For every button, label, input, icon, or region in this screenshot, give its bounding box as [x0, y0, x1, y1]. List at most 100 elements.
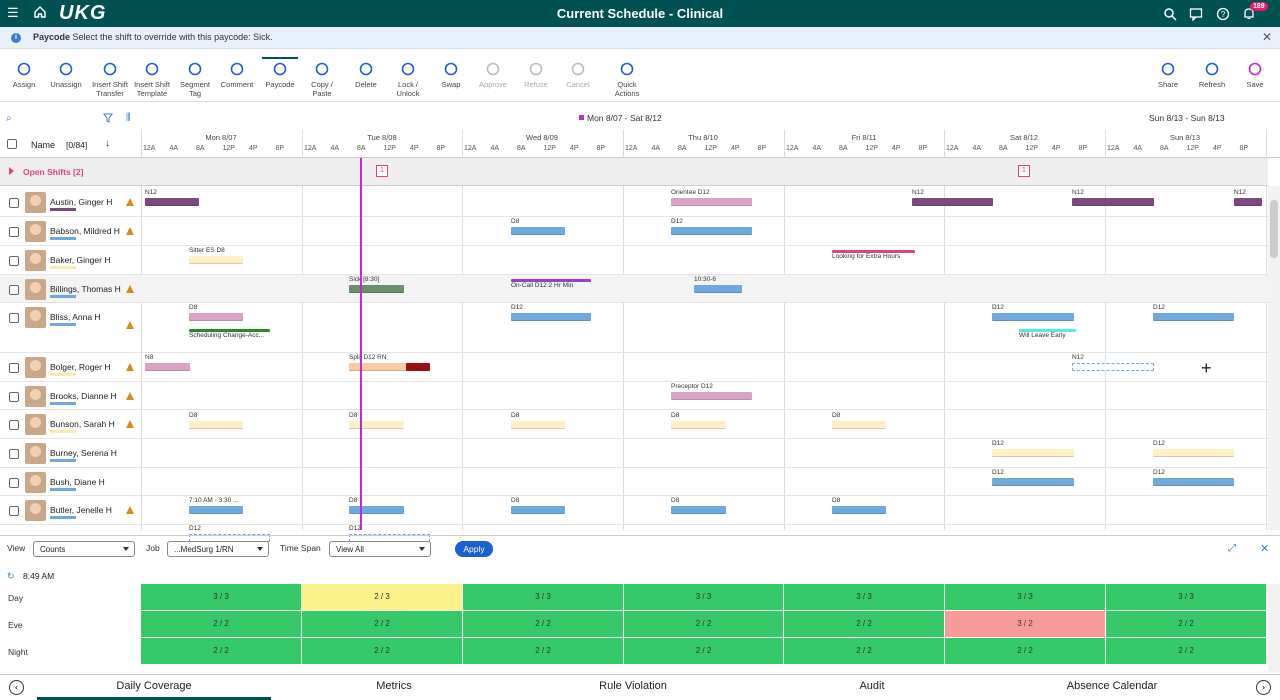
- shift-label[interactable]: D12: [992, 440, 1004, 447]
- employee-name[interactable]: Bush, Diane H: [50, 477, 105, 487]
- coverage-cell[interactable]: 2 / 2: [302, 611, 463, 637]
- row-checkbox[interactable]: [9, 256, 19, 266]
- shift-label[interactable]: D8: [832, 497, 840, 504]
- shift-label[interactable]: Orientee D12: [671, 189, 710, 196]
- coverage-cell[interactable]: 2 / 3: [302, 584, 463, 610]
- warning-icon[interactable]: [126, 392, 134, 400]
- shift-label[interactable]: D12: [1153, 469, 1165, 476]
- warning-icon[interactable]: [126, 506, 134, 514]
- shift-bar[interactable]: [1153, 449, 1234, 457]
- coverage-cell[interactable]: 3 / 3: [945, 584, 1106, 610]
- toolbar-insert-shift-template-button[interactable]: Insert Shift Template: [132, 61, 172, 98]
- shift-label[interactable]: Will Leave Early: [1019, 332, 1066, 339]
- row-checkbox[interactable]: [9, 420, 19, 430]
- tab-audit[interactable]: Audit: [755, 680, 989, 692]
- shift-bar[interactable]: [189, 421, 243, 429]
- warning-icon[interactable]: [126, 198, 134, 206]
- shift-bar[interactable]: [189, 313, 243, 321]
- row-checkbox[interactable]: [9, 198, 19, 208]
- row-checkbox[interactable]: [9, 392, 19, 402]
- next-tab-icon[interactable]: ›: [1256, 680, 1271, 695]
- shift-bar[interactable]: [511, 313, 591, 321]
- shift-bar[interactable]: [511, 421, 565, 429]
- warning-icon[interactable]: [126, 227, 134, 235]
- toolbar-refresh-button[interactable]: Refresh: [1194, 61, 1230, 89]
- table-row[interactable]: [0, 439, 1268, 468]
- open-shifts-row[interactable]: [0, 158, 1268, 186]
- shift-label[interactable]: Sitter ES D8: [189, 247, 225, 254]
- toolbar-paycode-button[interactable]: Paycode: [262, 57, 298, 89]
- search-icon[interactable]: [1163, 7, 1177, 21]
- job-select[interactable]: ...MedSurg 1/RN: [167, 541, 269, 557]
- shift-bar[interactable]: [511, 227, 565, 235]
- row-checkbox[interactable]: [9, 478, 19, 488]
- toolbar-copy-paste-button[interactable]: Copy / Paste: [304, 61, 340, 98]
- search-icon[interactable]: ⌕: [6, 113, 12, 124]
- employee-name[interactable]: Billings, Thomas H: [50, 284, 121, 294]
- employee-name[interactable]: Austin, Ginger H: [50, 197, 112, 207]
- select-all-checkbox[interactable]: [7, 139, 17, 149]
- time-span-select[interactable]: View All: [329, 541, 431, 557]
- toolbar-share-button[interactable]: Share: [1150, 61, 1186, 89]
- shift-label[interactable]: D12: [992, 469, 1004, 476]
- shift-bar[interactable]: [511, 506, 565, 514]
- shift-label[interactable]: D8: [671, 412, 679, 419]
- shift-label[interactable]: N12: [1072, 354, 1084, 361]
- shift-label[interactable]: N8: [145, 354, 153, 361]
- shift-bar[interactable]: [992, 449, 1074, 457]
- shift-label[interactable]: D8: [671, 497, 679, 504]
- open-shift-count[interactable]: 1: [1018, 165, 1030, 177]
- prev-tab-icon[interactable]: ‹: [9, 680, 24, 695]
- shift-bar[interactable]: [189, 506, 243, 514]
- shift-bar[interactable]: [1072, 363, 1154, 371]
- employee-name[interactable]: Bliss, Anna H: [50, 312, 101, 322]
- shift-label[interactable]: Preceptor D12: [671, 383, 713, 390]
- apply-button[interactable]: Apply: [455, 541, 493, 557]
- shift-bar[interactable]: [671, 506, 726, 514]
- shift-bar[interactable]: [1072, 198, 1154, 206]
- shift-label[interactable]: D8: [511, 218, 519, 225]
- shift-bar[interactable]: [671, 392, 752, 400]
- shift-label[interactable]: D8: [349, 412, 357, 419]
- shift-label[interactable]: D12: [1153, 304, 1165, 311]
- shift-bar[interactable]: [1153, 313, 1234, 321]
- shift-label[interactable]: D12: [992, 304, 1004, 311]
- toolbar-insert-shift-transfer-button[interactable]: Insert Shift Transfer: [90, 61, 130, 98]
- expand-icon[interactable]: ⤢: [1228, 543, 1236, 554]
- shift-label[interactable]: On-Call D12 2 Hr Min: [511, 282, 573, 289]
- coverage-cell[interactable]: 2 / 2: [463, 638, 624, 664]
- tab-rule-violation[interactable]: Rule Violation: [516, 680, 750, 692]
- toolbar-save-button[interactable]: Save: [1237, 61, 1273, 89]
- coverage-cell[interactable]: 2 / 2: [141, 638, 302, 664]
- table-row[interactable]: [0, 382, 1268, 410]
- shift-label[interactable]: D8: [511, 412, 519, 419]
- shift-label[interactable]: D12: [671, 218, 683, 225]
- shift-bar[interactable]: [671, 198, 752, 206]
- row-checkbox[interactable]: [9, 285, 19, 295]
- shift-bar[interactable]: [145, 363, 190, 371]
- shift-label[interactable]: N12: [145, 189, 157, 196]
- employee-name[interactable]: Butler, Jenelle H: [50, 505, 112, 515]
- row-checkbox[interactable]: [9, 363, 19, 373]
- coverage-scrollbar[interactable]: [1268, 584, 1280, 672]
- shift-bar[interactable]: [1234, 198, 1262, 206]
- warning-icon[interactable]: [126, 285, 134, 293]
- toolbar-assign-button[interactable]: Assign: [4, 61, 44, 89]
- coverage-cell[interactable]: 2 / 2: [945, 638, 1106, 664]
- coverage-cell[interactable]: 3 / 3: [784, 584, 945, 610]
- coverage-cell[interactable]: 2 / 2: [302, 638, 463, 664]
- shift-label[interactable]: D8: [349, 497, 357, 504]
- toolbar-comment-button[interactable]: Comment: [219, 61, 255, 89]
- coverage-cell[interactable]: 2 / 2: [141, 611, 302, 637]
- tab-metrics[interactable]: Metrics: [277, 680, 511, 692]
- table-row[interactable]: [0, 468, 1268, 496]
- shift-label[interactable]: Looking for Extra Hours: [832, 253, 900, 260]
- coverage-cell[interactable]: 2 / 2: [1106, 611, 1267, 637]
- close-icon[interactable]: ✕: [1260, 542, 1269, 555]
- shift-bar[interactable]: [832, 506, 886, 514]
- toolbar-delete-button[interactable]: Delete: [348, 61, 384, 89]
- shift-bar[interactable]: [694, 285, 742, 293]
- coverage-cell[interactable]: 3 / 3: [141, 584, 302, 610]
- shift-label[interactable]: N12: [1234, 189, 1246, 196]
- coverage-cell[interactable]: 3 / 3: [1106, 584, 1267, 610]
